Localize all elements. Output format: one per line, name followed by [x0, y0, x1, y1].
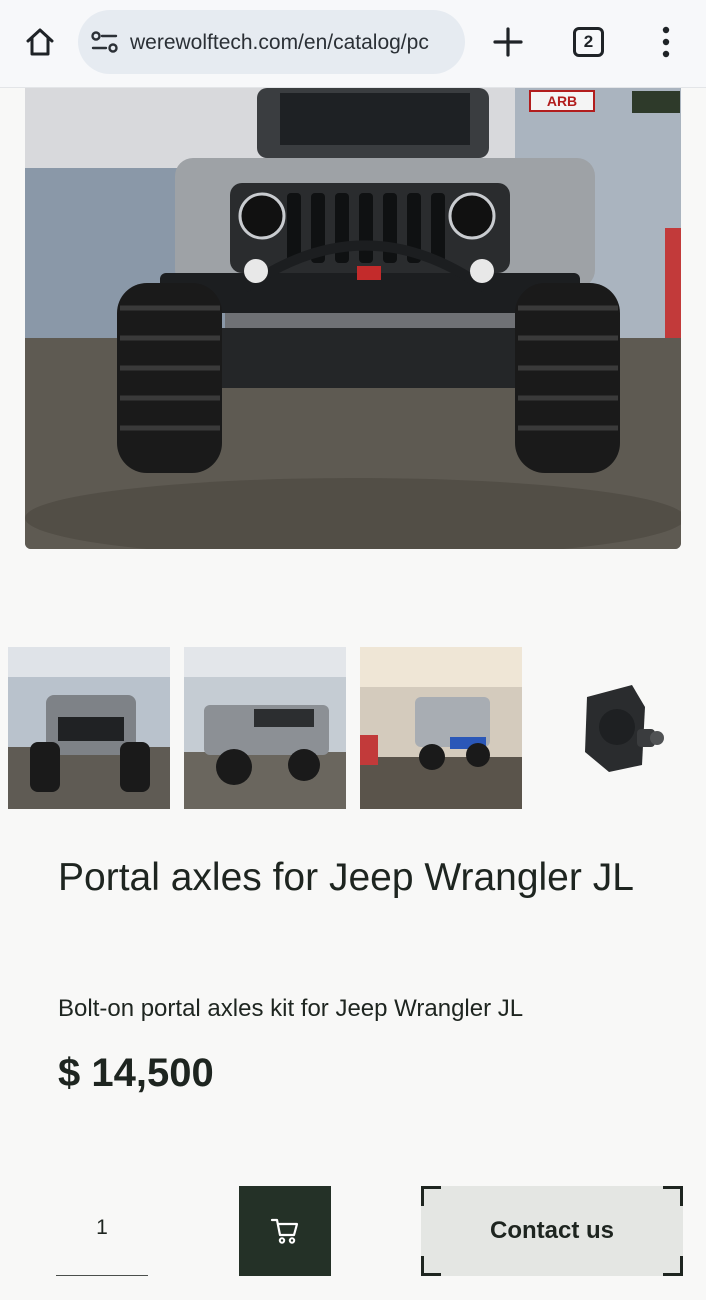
add-to-cart-button[interactable] — [239, 1186, 331, 1276]
corner-bracket-decoration — [421, 1186, 441, 1206]
corner-bracket-decoration — [421, 1256, 441, 1276]
contact-us-button[interactable]: Contact us — [421, 1186, 683, 1276]
thumbnail-rear-view[interactable] — [360, 647, 522, 809]
corner-bracket-decoration — [663, 1186, 683, 1206]
corner-bracket-decoration — [663, 1256, 683, 1276]
home-icon[interactable] — [20, 22, 60, 62]
tab-switcher-icon[interactable]: 2 — [573, 27, 604, 57]
svg-text:ARB: ARB — [547, 93, 577, 109]
product-title: Portal axles for Jeep Wrangler JL — [58, 856, 634, 899]
thumbnail-front-view[interactable] — [8, 647, 170, 809]
thumbnail-portal-axle-part[interactable] — [537, 647, 699, 809]
tab-count: 2 — [583, 32, 594, 51]
product-subtitle: Bolt-on portal axles kit for Jeep Wrangl… — [58, 995, 524, 1022]
thumbnail-side-view[interactable] — [184, 647, 346, 809]
quantity-input[interactable]: 1 — [56, 1186, 148, 1276]
address-bar[interactable]: werewolftech.com/en/catalog/pc — [78, 10, 465, 74]
contact-us-label: Contact us — [489, 1217, 614, 1244]
product-price: $ 14,500 — [58, 1051, 214, 1095]
product-main-image[interactable]: ARB — [25, 88, 681, 549]
more-menu-icon[interactable] — [652, 22, 680, 62]
site-settings-icon[interactable] — [90, 28, 120, 56]
url-text[interactable]: werewolftech.com/en/catalog/pc — [130, 29, 460, 57]
new-tab-icon[interactable] — [488, 22, 528, 62]
browser-toolbar: werewolftech.com/en/catalog/pc 2 — [0, 0, 706, 88]
cart-icon — [270, 1218, 299, 1244]
